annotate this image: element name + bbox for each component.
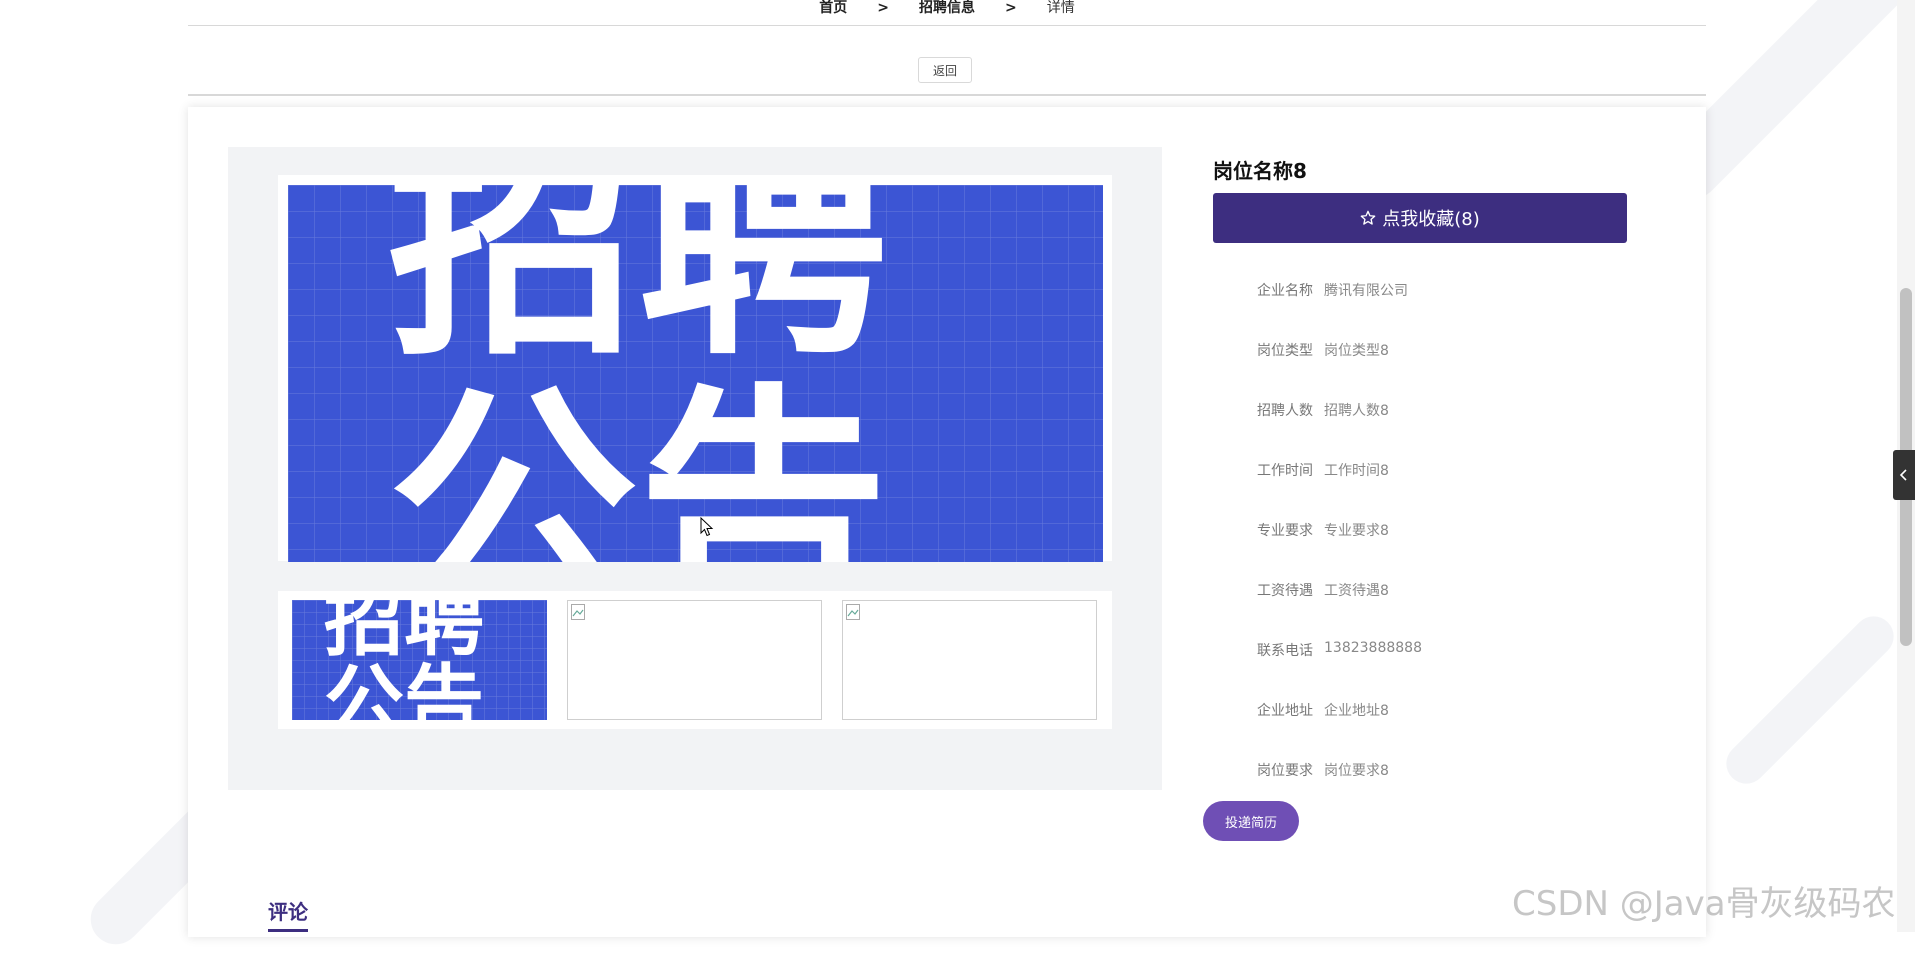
field-label: 岗位类型 [1257, 343, 1313, 359]
field-job-type: 岗位类型 岗位类型8 [1213, 340, 1633, 362]
field-work-hours: 工作时间 工作时间8 [1213, 460, 1633, 482]
main-image-frame: 招聘 公告 [278, 175, 1112, 562]
submit-resume-button[interactable]: 投递简历 [1203, 801, 1299, 841]
thumbnail-1[interactable]: 招聘 公告 [292, 600, 547, 720]
field-label: 岗位要求 [1257, 763, 1313, 779]
breadcrumb-current: 详情 [1046, 0, 1075, 16]
field-value: 工资待遇8 [1324, 583, 1389, 599]
thumb-text-line2: 公告 [324, 656, 484, 720]
image-gallery: 招聘 公告 招聘 公告 [228, 147, 1162, 790]
field-value: 岗位要求8 [1324, 763, 1389, 779]
field-phone: 联系电话 13823888888 [1213, 640, 1633, 662]
field-label: 联系电话 [1257, 643, 1313, 659]
thumbnail-poster-image: 招聘 公告 [292, 600, 547, 720]
field-value: 工作时间8 [1324, 463, 1389, 479]
field-value: 企业地址8 [1324, 703, 1389, 719]
field-salary: 工资待遇 工资待遇8 [1213, 580, 1633, 602]
field-value: 13823888888 [1324, 640, 1422, 656]
watermark: CSDN @Java骨灰级码农 [1512, 884, 1896, 924]
thumbnail-row: 招聘 公告 [278, 591, 1112, 729]
field-headcount: 招聘人数 招聘人数8 [1213, 400, 1633, 422]
star-icon [1360, 210, 1376, 226]
side-panel-toggle[interactable] [1893, 450, 1915, 500]
thumbnail-2[interactable] [567, 600, 822, 720]
poster-text-line1: 招聘 [388, 185, 888, 389]
breadcrumb: 首页 > 招聘信息 > 详情 [188, 0, 1706, 26]
chevron-left-icon [1899, 466, 1909, 485]
field-value: 招聘人数8 [1324, 403, 1389, 419]
field-value: 腾讯有限公司 [1324, 283, 1408, 299]
field-label: 工资待遇 [1257, 583, 1313, 599]
bg-decoration [1718, 608, 1902, 792]
field-major-requirement: 专业要求 专业要求8 [1213, 520, 1633, 542]
thumbnail-3[interactable] [842, 600, 1097, 720]
breadcrumb-separator: > [877, 0, 889, 16]
breadcrumb-section[interactable]: 招聘信息 [919, 0, 975, 16]
comments-heading[interactable]: 评论 [268, 896, 308, 932]
field-job-requirement: 岗位要求 岗位要求8 [1213, 760, 1633, 782]
mouse-cursor-icon [700, 517, 714, 537]
breadcrumb-separator: > [1005, 0, 1017, 16]
page: 首页 > 招聘信息 > 详情 返回 招聘 公告 招聘 公告 岗位名称8 点我收藏… [0, 0, 1915, 955]
field-label: 招聘人数 [1257, 403, 1313, 419]
job-title: 岗位名称8 [1213, 159, 1307, 183]
recruitment-poster-image: 招聘 公告 [288, 185, 1103, 562]
field-value: 专业要求8 [1324, 523, 1389, 539]
favorite-label: 点我收藏(8) [1382, 209, 1480, 230]
back-row: 返回 [188, 26, 1706, 96]
field-label: 工作时间 [1257, 463, 1313, 479]
field-label: 企业名称 [1257, 283, 1313, 299]
field-value: 岗位类型8 [1324, 343, 1389, 359]
broken-image-icon [846, 604, 860, 620]
field-label: 企业地址 [1257, 703, 1313, 719]
broken-image-icon [571, 604, 585, 620]
main-image[interactable]: 招聘 公告 [288, 185, 1103, 562]
field-label: 专业要求 [1257, 523, 1313, 539]
breadcrumb-home[interactable]: 首页 [819, 0, 847, 16]
field-company-name: 企业名称 腾讯有限公司 [1213, 280, 1633, 302]
favorite-button[interactable]: 点我收藏(8) [1213, 193, 1627, 243]
back-button[interactable]: 返回 [918, 57, 972, 83]
field-company-address: 企业地址 企业地址8 [1213, 700, 1633, 722]
poster-text-line2: 公告 [388, 363, 888, 562]
detail-card: 招聘 公告 招聘 公告 岗位名称8 点我收藏(8) 企业名称 腾讯有限公司 岗位… [188, 107, 1706, 937]
